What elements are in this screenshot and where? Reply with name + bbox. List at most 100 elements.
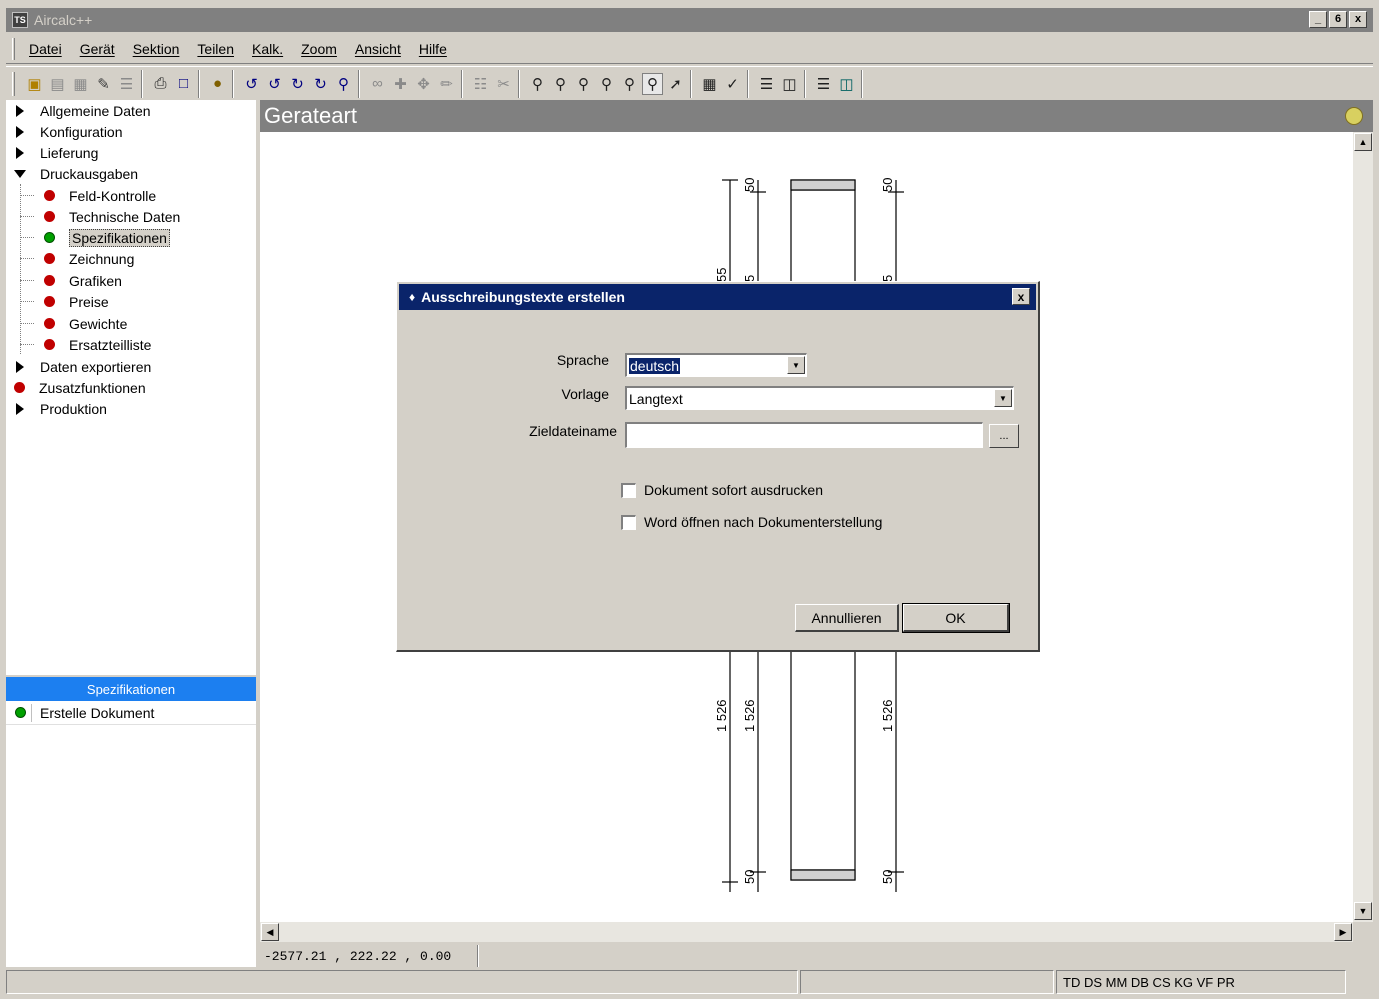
tree-item-feld-kontrolle[interactable]: Feld-Kontrolle <box>6 185 156 206</box>
menu-zoom[interactable]: Zoom <box>292 41 346 57</box>
dropdown-arrow-icon[interactable]: ▼ <box>787 356 805 374</box>
rotate-cw-icon[interactable]: ↻ <box>287 73 308 95</box>
menu-teilen[interactable]: Teilen <box>188 41 243 57</box>
tree-item-zusatzfunktionen[interactable]: Zusatzfunktionen <box>6 377 146 398</box>
open-word-checkbox-row[interactable]: Word öffnen nach Dokumenterstellung <box>621 514 882 530</box>
rotate-ccw-icon[interactable]: ↺ <box>264 73 285 95</box>
vorlage-select[interactable]: Langtext ▼ <box>625 386 1014 410</box>
tree-item-label: Preise <box>69 293 109 310</box>
open-folder-icon[interactable]: ▣ <box>24 73 45 95</box>
action-panel: Spezifikationen Erstelle Dokument <box>6 677 258 967</box>
menu-ansicht[interactable]: Ansicht <box>346 41 410 57</box>
tree-item-gewichte[interactable]: Gewichte <box>6 313 127 334</box>
tree-item-konfiguration[interactable]: Konfiguration <box>6 121 123 142</box>
move-points-icon[interactable]: ∞ <box>367 73 388 95</box>
scroll-down-icon[interactable]: ▼ <box>1354 902 1372 920</box>
tree-item-ersatzteilliste[interactable]: Ersatzteilliste <box>6 334 151 355</box>
pan-icon[interactable]: ✥ <box>413 73 434 95</box>
action-item-erstelle-dokument[interactable]: Erstelle Dokument <box>6 701 256 725</box>
zoom-select-icon[interactable]: ⚲ <box>642 72 663 95</box>
cut-icon[interactable]: ✂ <box>493 73 514 95</box>
menu-datei[interactable]: Datei <box>20 41 71 57</box>
expand-arrow-icon[interactable] <box>16 125 24 138</box>
ok-button[interactable]: OK <box>902 603 1010 633</box>
dialog-close-button[interactable]: x <box>1012 288 1030 305</box>
horizontal-scrollbar[interactable]: ◀ ▶ <box>260 922 1353 942</box>
status-red-icon <box>44 253 55 264</box>
layer-export-icon[interactable]: ◫ <box>836 73 857 95</box>
tree-item-label: Technische Daten <box>69 208 181 225</box>
tree-item-spezifikationen[interactable]: Spezifikationen <box>6 227 170 248</box>
tree-item-zeichnung[interactable]: Zeichnung <box>6 248 134 269</box>
book-icon[interactable]: □ <box>173 73 194 95</box>
menu-kalk[interactable]: Kalk. <box>243 41 292 57</box>
zieldateiname-input[interactable] <box>625 422 983 448</box>
title-bar: TS Aircalc++ _ 6 x <box>6 8 1373 32</box>
layers-copy-icon[interactable]: ◫ <box>779 73 800 95</box>
coordinate-bar: -2577.21 , 222.22 , 0.00 <box>260 944 1373 968</box>
measure-icon[interactable]: ✓ <box>722 73 743 95</box>
dropdown-arrow-icon[interactable]: ▼ <box>994 389 1012 407</box>
scroll-right-icon[interactable]: ▶ <box>1334 923 1352 941</box>
tree-item-label: Allgemeine Daten <box>40 102 151 119</box>
tree-item-preise[interactable]: Preise <box>6 291 109 312</box>
zoom-pick-icon[interactable]: ➚ <box>665 73 686 95</box>
save-icon[interactable]: ▤ <box>47 73 68 95</box>
expand-arrow-icon[interactable] <box>16 360 24 373</box>
print-icon[interactable]: ⎙ <box>150 73 171 95</box>
tree-item-grafiken[interactable]: Grafiken <box>6 270 122 291</box>
layers-icon[interactable]: ☰ <box>756 73 777 95</box>
zoom-all-icon[interactable]: ⚲ <box>573 73 594 95</box>
browse-button[interactable]: ... <box>989 424 1019 448</box>
zoom-in-icon[interactable]: ⚲ <box>596 73 617 95</box>
tree-item-label: Zeichnung <box>69 250 135 267</box>
menu-sektion[interactable]: Sektion <box>124 41 189 57</box>
status-bar: TD DS MM DB CS KG VF PR <box>6 970 1373 996</box>
device-cap <box>790 179 856 191</box>
zoom-window-icon[interactable]: ⚲ <box>527 73 548 95</box>
open-word-checkbox[interactable] <box>621 514 636 530</box>
tree-item-label: Produktion <box>40 400 107 417</box>
properties-icon[interactable]: ▦ <box>699 73 720 95</box>
expand-arrow-icon[interactable] <box>16 402 24 415</box>
layer-manager-icon[interactable]: ☰ <box>813 73 834 95</box>
tree-item-label: Konfiguration <box>40 123 123 140</box>
sprache-select[interactable]: deutsch ▼ <box>625 353 807 377</box>
hint-icon[interactable] <box>1345 107 1363 125</box>
tree-item-produktion[interactable]: Produktion <box>6 398 107 419</box>
menu-geraet[interactable]: Gerät <box>71 41 124 57</box>
zoom-out-icon[interactable]: ⚲ <box>550 73 571 95</box>
tree-item-daten-exportieren[interactable]: Daten exportieren <box>6 356 151 377</box>
edit-document-icon[interactable]: ✎ <box>93 73 114 95</box>
filter-icon[interactable]: ⚲ <box>333 73 354 95</box>
collapse-arrow-icon[interactable] <box>14 169 26 178</box>
rotate-right-icon[interactable]: ↻ <box>310 73 331 95</box>
tree-item-technische-daten[interactable]: Technische Daten <box>6 206 180 227</box>
cancel-button[interactable]: Annullieren <box>795 604 899 632</box>
zoom-prev-icon[interactable]: ⚲ <box>619 73 640 95</box>
vertical-scrollbar[interactable]: ▲ ▼ <box>1353 132 1373 922</box>
columns-icon[interactable]: ☷ <box>470 73 491 95</box>
scroll-up-icon[interactable]: ▲ <box>1354 133 1372 151</box>
minimize-button[interactable]: _ <box>1309 11 1327 28</box>
print-immediately-checkbox[interactable] <box>621 482 636 498</box>
expand-arrow-icon[interactable] <box>16 104 24 117</box>
tree-connector <box>20 344 34 345</box>
close-window-button[interactable]: x <box>1349 11 1367 28</box>
pencil-icon[interactable]: ✏ <box>436 73 457 95</box>
notes-icon[interactable]: ☰ <box>116 73 137 95</box>
menu-hilfe[interactable]: Hilfe <box>410 41 456 57</box>
tree-item-druckausgaben[interactable]: Druckausgaben <box>6 163 138 184</box>
lock-icon[interactable]: ● <box>207 73 228 95</box>
print-immediately-checkbox-row[interactable]: Dokument sofort ausdrucken <box>621 482 823 498</box>
save-all-icon[interactable]: ▦ <box>70 73 91 95</box>
tree-item-lieferung[interactable]: Lieferung <box>6 142 98 163</box>
move-icon[interactable]: ✚ <box>390 73 411 95</box>
restore-button[interactable]: 6 <box>1329 11 1347 28</box>
scroll-left-icon[interactable]: ◀ <box>261 923 279 941</box>
sprache-label: Sprache <box>556 352 609 368</box>
tree-item-allgemeine-daten[interactable]: Allgemeine Daten <box>6 100 151 121</box>
rotate-left-icon[interactable]: ↺ <box>241 73 262 95</box>
dialog-title-bar: ♦ Ausschreibungstexte erstellen x <box>399 284 1036 310</box>
expand-arrow-icon[interactable] <box>16 146 24 159</box>
